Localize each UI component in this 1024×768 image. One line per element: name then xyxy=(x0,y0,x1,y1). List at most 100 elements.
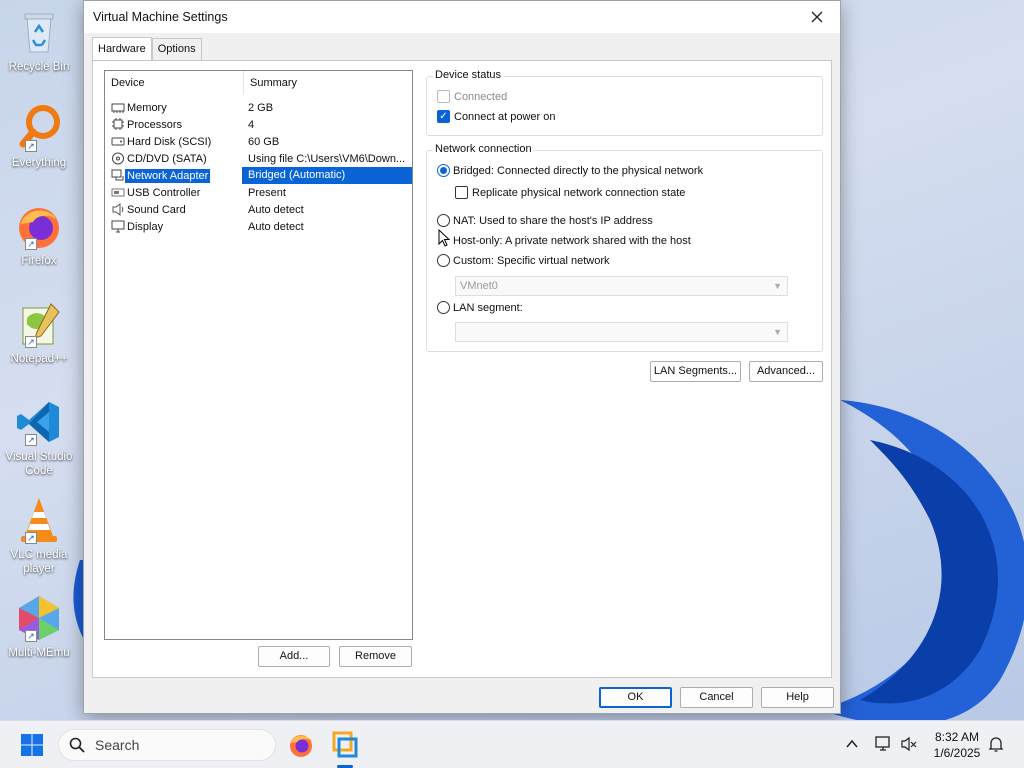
notepad-plus-plus-icon xyxy=(22,303,60,345)
clock-time: 8:32 AM xyxy=(934,730,980,744)
close-button[interactable] xyxy=(794,1,840,33)
radio-label: Bridged: Connected directly to the physi… xyxy=(453,164,704,177)
device-name: USB Controller xyxy=(127,186,201,199)
device-row-memory[interactable]: Memory 2 GB xyxy=(105,99,412,116)
memory-icon xyxy=(111,103,125,113)
windows-start-icon[interactable] xyxy=(20,733,44,757)
lan-segment-select[interactable]: ▼ xyxy=(455,322,788,342)
network-connection-group: Network connection Bridged: Connected di… xyxy=(426,143,823,352)
desktop-icon-label: Notepad++ xyxy=(10,353,68,365)
taskbar-firefox-icon[interactable] xyxy=(285,729,317,761)
device-summary: 2 GB xyxy=(248,101,274,114)
radio-circle xyxy=(437,164,450,177)
desktop-icon-vscode[interactable]: ↗ Visual Studio Code xyxy=(2,398,76,478)
notification-bell-icon[interactable] xyxy=(988,735,1004,753)
radio-circle xyxy=(437,301,450,314)
cancel-button[interactable]: Cancel xyxy=(680,687,753,708)
speaker-icon xyxy=(112,203,124,216)
shortcut-arrow-icon: ↗ xyxy=(25,140,37,152)
connected-checkbox[interactable]: Connected xyxy=(437,90,507,103)
desktop-icon-vlc[interactable]: ↗ VLC media player xyxy=(2,496,76,576)
device-summary: 4 xyxy=(248,118,255,131)
desktop-icon-firefox[interactable]: ↗ Firefox xyxy=(2,202,76,268)
vscode-icon xyxy=(17,402,59,442)
device-status-group: Device status Connected ✓ Connect at pow… xyxy=(426,69,823,136)
advanced-button[interactable]: Advanced... xyxy=(749,361,823,382)
shortcut-arrow-icon: ↗ xyxy=(25,434,37,446)
device-name: Memory xyxy=(127,101,167,114)
desktop-icon-label: Recycle Bin xyxy=(8,61,70,73)
shortcut-arrow-icon: ↗ xyxy=(25,532,37,544)
tab-options[interactable]: Options xyxy=(151,38,202,60)
custom-radio[interactable]: Custom: Specific virtual network xyxy=(437,254,610,267)
select-value: VMnet0 xyxy=(460,280,498,292)
device-name: Sound Card xyxy=(127,203,186,216)
ok-button[interactable]: OK xyxy=(599,687,672,708)
desktop-icon-label: VLC media player xyxy=(10,549,68,575)
radio-label: NAT: Used to share the host's IP address xyxy=(453,214,653,227)
desktop-icon-notepad-plus-plus[interactable]: ↗ Notepad++ xyxy=(2,300,76,366)
title-bar[interactable]: Virtual Machine Settings xyxy=(84,1,840,33)
vlc-icon xyxy=(21,498,57,542)
device-name: CD/DVD (SATA) xyxy=(127,152,207,165)
taskbar-search-box[interactable]: Search xyxy=(58,729,276,761)
hard-disk-icon xyxy=(111,137,125,146)
column-header-device[interactable]: Device xyxy=(105,77,243,89)
desktop-icon-everything[interactable]: ↗ Everything xyxy=(2,104,76,170)
device-row-processors[interactable]: Processors 4 xyxy=(105,116,412,133)
volume-muted-icon[interactable] xyxy=(900,735,918,753)
device-row-network-adapter[interactable]: Network Adapter Bridged (Automatic) xyxy=(105,167,412,184)
bridged-radio[interactable]: Bridged: Connected directly to the physi… xyxy=(437,164,703,177)
device-summary: Bridged (Automatic) xyxy=(242,167,412,184)
tab-strip: Hardware Options xyxy=(92,37,202,60)
taskbar-vmware-icon[interactable] xyxy=(329,729,361,761)
processor-icon xyxy=(112,118,124,130)
chevron-up-icon[interactable] xyxy=(846,739,858,749)
device-row-cd-dvd[interactable]: CD/DVD (SATA) Using file C:\Users\VM6\Do… xyxy=(105,150,412,167)
taskbar: Search 8:32 AM 1/6/2025 xyxy=(0,720,1024,768)
device-row-sound-card[interactable]: Sound Card Auto detect xyxy=(105,201,412,218)
remove-button[interactable]: Remove xyxy=(339,646,412,667)
desktop-icon-recycle-bin[interactable]: Recycle Bin xyxy=(2,8,76,74)
device-row-usb-controller[interactable]: USB Controller Present xyxy=(105,184,412,201)
radio-label: Host-only: A private network shared with… xyxy=(453,234,691,247)
network-adapter-icon xyxy=(111,169,124,181)
device-name: Hard Disk (SCSI) xyxy=(127,135,212,148)
device-name: Processors xyxy=(127,118,183,131)
help-button[interactable]: Help xyxy=(761,687,834,708)
shortcut-arrow-icon: ↗ xyxy=(25,238,37,250)
radio-circle xyxy=(437,254,450,267)
group-label: Device status xyxy=(432,69,505,81)
device-summary: 60 GB xyxy=(248,135,280,148)
group-label: Network connection xyxy=(432,143,535,155)
nat-radio[interactable]: NAT: Used to share the host's IP address xyxy=(437,214,653,227)
shortcut-arrow-icon: ↗ xyxy=(25,630,37,642)
add-button[interactable]: Add... xyxy=(258,646,330,667)
desktop-icon-multi-memu[interactable]: ↗ Multi-MEmu xyxy=(2,594,76,660)
lan-segments-button[interactable]: LAN Segments... xyxy=(650,361,741,382)
lan-segment-radio[interactable]: LAN segment: xyxy=(437,301,523,314)
cd-dvd-icon xyxy=(112,152,124,165)
mouse-pointer-icon xyxy=(438,229,450,247)
host-only-radio[interactable]: Host-only: A private network shared with… xyxy=(437,234,691,247)
device-row-hard-disk[interactable]: Hard Disk (SCSI) 60 GB xyxy=(105,133,412,150)
custom-network-select[interactable]: VMnet0 ▼ xyxy=(455,276,788,296)
replicate-physical-state-checkbox[interactable]: Replicate physical network connection st… xyxy=(455,186,685,199)
system-clock[interactable]: 8:32 AM 1/6/2025 xyxy=(928,729,986,761)
clock-date: 1/6/2025 xyxy=(933,746,981,760)
checkbox-label: Connect at power on xyxy=(454,110,556,123)
monitor-icon xyxy=(111,220,125,233)
device-row-display[interactable]: Display Auto detect xyxy=(105,218,412,235)
firefox-icon xyxy=(19,208,59,248)
shortcut-arrow-icon: ↗ xyxy=(25,336,37,348)
device-name: Network Adapter xyxy=(125,168,211,183)
device-list[interactable]: Device Summary Memory 2 GB Processors 4 … xyxy=(104,70,413,640)
tab-hardware[interactable]: Hardware xyxy=(92,37,152,60)
checkbox-label: Replicate physical network connection st… xyxy=(472,186,686,199)
desktop-icon-label: Everything xyxy=(11,157,67,169)
everything-search-icon xyxy=(19,105,60,148)
checkmark-icon: ✓ xyxy=(437,110,450,123)
network-status-icon[interactable] xyxy=(874,735,892,753)
column-header-summary[interactable]: Summary xyxy=(243,71,412,95)
connect-at-power-on-checkbox[interactable]: ✓ Connect at power on xyxy=(437,110,556,123)
